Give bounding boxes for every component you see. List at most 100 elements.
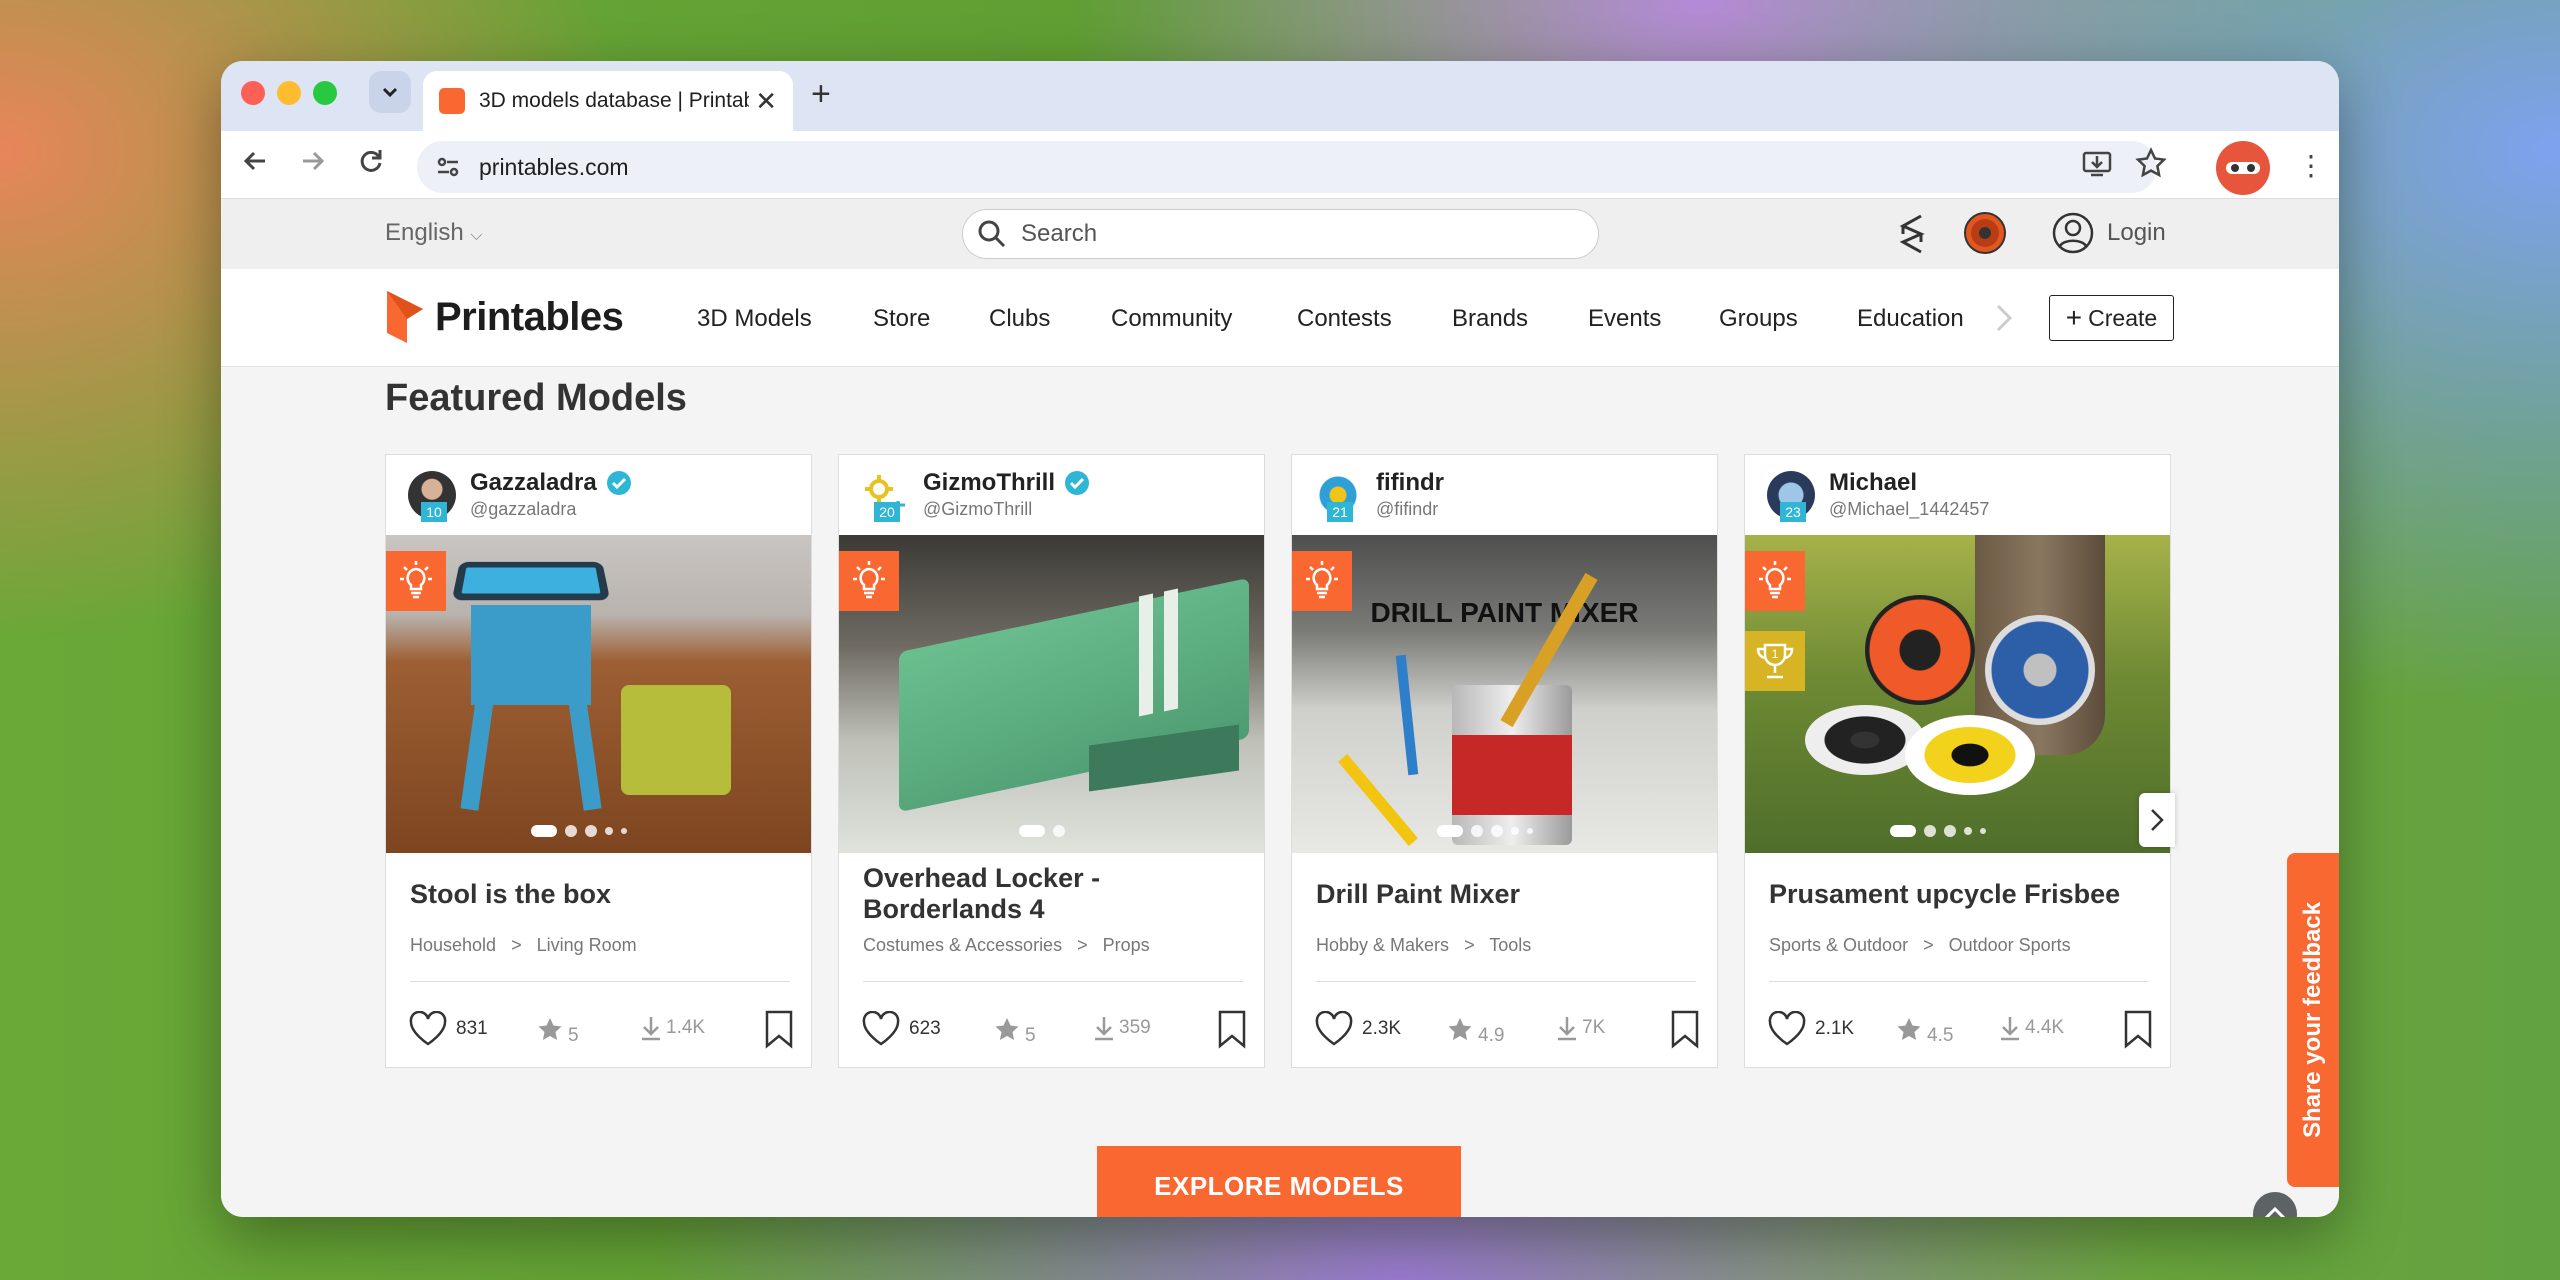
login-button[interactable]: Login <box>2051 211 2166 255</box>
nav-clubs[interactable]: Clubs <box>989 305 1050 333</box>
rating: 4.9 <box>1446 1013 1504 1047</box>
address-bar[interactable]: printables.com <box>417 141 2157 193</box>
author-name[interactable]: GizmoThrill <box>923 469 1091 497</box>
model-image[interactable]: 1 <box>1745 535 2170 853</box>
stool-shape <box>451 561 611 601</box>
model-card[interactable]: 23 Michael @Michael_1442457 1 Prusament … <box>1744 454 2171 1068</box>
reload-icon[interactable] <box>357 147 385 182</box>
nav-store[interactable]: Store <box>873 305 930 333</box>
star-icon <box>1897 1018 1921 1040</box>
nav-brands[interactable]: Brands <box>1452 305 1528 333</box>
bookmark-icon[interactable] <box>1670 1009 1700 1054</box>
author-name[interactable]: Michael <box>1829 469 1917 497</box>
model-category[interactable]: Hobby & Makers > Tools <box>1316 935 1531 956</box>
create-button[interactable]: + Create <box>2049 295 2174 341</box>
scroll-to-top-button[interactable] <box>2253 1192 2297 1217</box>
minimize-window-button[interactable] <box>277 81 301 105</box>
browser-window: 3D models database | Printables.com ✕ + … <box>221 61 2339 1217</box>
feedback-tab[interactable]: Share your feedback <box>2287 853 2339 1187</box>
model-card[interactable]: 21 fifindr @fifindr DRILL PAINT MIXER Dr… <box>1291 454 1718 1068</box>
model-card[interactable]: 20 GizmoThrill @GizmoThrill Overhead Loc… <box>838 454 1265 1068</box>
search-icon <box>978 220 1006 248</box>
bookmark-icon[interactable] <box>2123 1009 2153 1054</box>
verified-icon <box>1065 471 1089 495</box>
nav-scroll-right-icon[interactable] <box>1995 303 2013 338</box>
lightbulb-icon <box>839 551 899 611</box>
rating: 5 <box>536 1013 579 1047</box>
language-selector[interactable]: English ⌵ <box>385 219 483 247</box>
carousel-dots[interactable] <box>1437 825 1533 837</box>
carousel-dots[interactable] <box>1019 825 1065 837</box>
close-tab-icon[interactable]: ✕ <box>755 86 777 117</box>
carousel-dots[interactable] <box>531 825 627 837</box>
author-name[interactable]: Gazzaladra <box>470 469 633 497</box>
carousel-next-button[interactable] <box>2139 793 2175 847</box>
card-author[interactable]: 21 fifindr @fifindr <box>1292 455 1717 535</box>
level-badge: 23 <box>1780 502 1806 522</box>
model-title[interactable]: Stool is the box <box>410 879 790 910</box>
model-category[interactable]: Costumes & Accessories > Props <box>863 935 1150 956</box>
card-author[interactable]: 20 GizmoThrill @GizmoThrill <box>839 455 1264 535</box>
frisbee <box>1985 615 2095 725</box>
downloads: 7K <box>1556 1015 1605 1041</box>
model-title[interactable]: Drill Paint Mixer <box>1316 879 1696 910</box>
card-stats: 2.3K 4.9 7K <box>1314 1009 1699 1049</box>
card-divider <box>863 981 1243 982</box>
model-image[interactable]: DRILL PAINT MIXER <box>1292 535 1717 853</box>
model-image[interactable] <box>386 535 811 853</box>
forward-icon[interactable] <box>299 147 327 182</box>
new-tab-button[interactable]: + <box>811 75 831 114</box>
printables-logo[interactable]: Printables <box>385 289 624 345</box>
bookmark-star-icon[interactable] <box>2135 147 2167 184</box>
utility-bar: English ⌵ Search Login <box>221 199 2339 269</box>
nav-events[interactable]: Events <box>1588 305 1661 333</box>
model-category[interactable]: Sports & Outdoor > Outdoor Sports <box>1769 935 2071 956</box>
author-name[interactable]: fifindr <box>1376 469 1444 497</box>
nav-3d-models[interactable]: 3D Models <box>697 305 812 333</box>
model-card[interactable]: 10 Gazzaladra @gazzaladra Stool is the b… <box>385 454 812 1068</box>
downloads: 1.4K <box>640 1015 705 1041</box>
model-image[interactable] <box>839 535 1264 853</box>
bookmark-icon[interactable] <box>1217 1009 1247 1054</box>
back-icon[interactable] <box>241 147 269 182</box>
carousel-dots[interactable] <box>1890 825 1986 837</box>
like-button[interactable]: 831 <box>408 1011 488 1047</box>
site-settings-icon[interactable] <box>435 154 461 180</box>
close-window-button[interactable] <box>241 81 265 105</box>
active-tab[interactable]: 3D models database | Printables.com ✕ <box>423 71 793 131</box>
zoom-window-button[interactable] <box>313 81 337 105</box>
nav-community[interactable]: Community <box>1111 305 1232 333</box>
like-button[interactable]: 2.1K <box>1767 1011 1854 1047</box>
tab-search-button[interactable] <box>369 71 411 113</box>
model-category[interactable]: Household > Living Room <box>410 935 637 956</box>
install-app-icon[interactable] <box>2081 147 2113 184</box>
prusa-slicer-icon[interactable] <box>1893 213 1933 260</box>
filament-spool-icon[interactable] <box>1963 211 2007 260</box>
model-title[interactable]: Prusament upcycle Frisbee <box>1769 879 2149 910</box>
nav-education[interactable]: Education <box>1857 305 1964 333</box>
tab-title: 3D models database | Printables.com <box>479 89 749 112</box>
browser-menu-icon[interactable]: ⋮ <box>2297 149 2325 182</box>
card-author[interactable]: 23 Michael @Michael_1442457 <box>1745 455 2170 535</box>
nav-groups[interactable]: Groups <box>1719 305 1798 333</box>
explore-models-button[interactable]: EXPLORE MODELS <box>1097 1146 1461 1217</box>
downloads: 359 <box>1093 1015 1151 1041</box>
paint-can-label <box>1452 735 1572 815</box>
level-badge: 21 <box>1327 502 1353 522</box>
level-badge: 10 <box>421 502 447 522</box>
like-button[interactable]: 2.3K <box>1314 1011 1401 1047</box>
search-input[interactable]: Search <box>962 209 1599 259</box>
star-icon <box>538 1018 562 1040</box>
model-title[interactable]: Overhead Locker - Borderlands 4 <box>863 863 1243 925</box>
profile-avatar[interactable] <box>2216 141 2270 195</box>
bookmark-icon[interactable] <box>764 1009 794 1054</box>
frisbee <box>1865 595 1975 705</box>
chevron-down-icon: ⌵ <box>470 227 483 244</box>
nav-contests[interactable]: Contests <box>1297 305 1392 333</box>
card-divider <box>410 981 790 982</box>
like-button[interactable]: 623 <box>861 1011 941 1047</box>
user-circle-icon <box>2052 212 2094 254</box>
heart-icon <box>1315 1011 1353 1046</box>
card-author[interactable]: 10 Gazzaladra @gazzaladra <box>386 455 811 535</box>
blue-mixer <box>1395 654 1419 776</box>
